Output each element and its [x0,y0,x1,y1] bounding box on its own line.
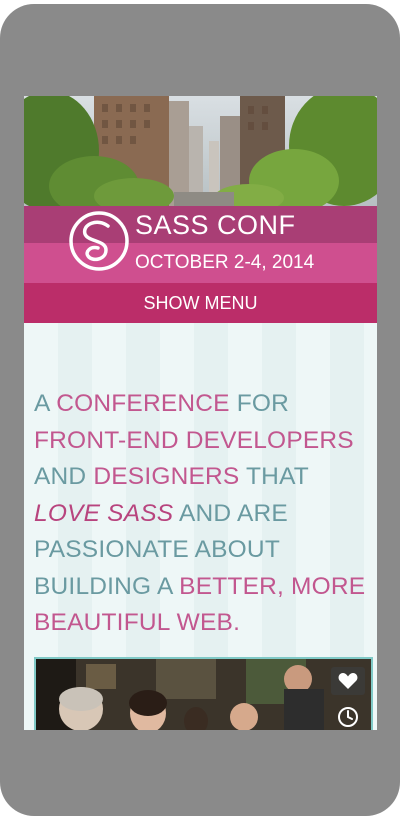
sass-logo-icon[interactable] [68,208,130,274]
heart-icon [338,672,358,690]
tagline-emphasis: LOVE SASS [34,499,174,527]
tagline-text: FOR [229,390,290,417]
tagline-punctuation: . [233,609,241,636]
tagline-text: THAT [239,463,309,490]
schedule-button[interactable] [331,703,365,730]
tagline-highlight: CONFERENCE [56,390,230,417]
clock-icon [337,706,359,728]
conference-dates: OCTOBER 2-4, 2014 [135,252,315,273]
screen: SASS CONF OCTOBER 2-4, 2014 SHOW MENU A … [24,96,377,730]
attendees-photo [36,659,371,730]
tagline-text: AND [34,463,94,490]
show-menu-button[interactable]: SHOW MENU [24,283,377,323]
favorite-button[interactable] [331,667,365,695]
tagline: A CONFERENCE FOR FRONT-END DEVELOPERS AN… [34,386,370,642]
tagline-highlight: FRONT-END DEVELOPERS [34,426,354,454]
hero-image [24,96,377,206]
photo-card[interactable] [34,657,373,730]
site-title[interactable]: SASS CONF [135,208,296,242]
tagline-highlight: DESIGNERS [93,463,240,490]
tagline-text: A [34,390,57,417]
show-menu-label: SHOW MENU [143,292,258,313]
